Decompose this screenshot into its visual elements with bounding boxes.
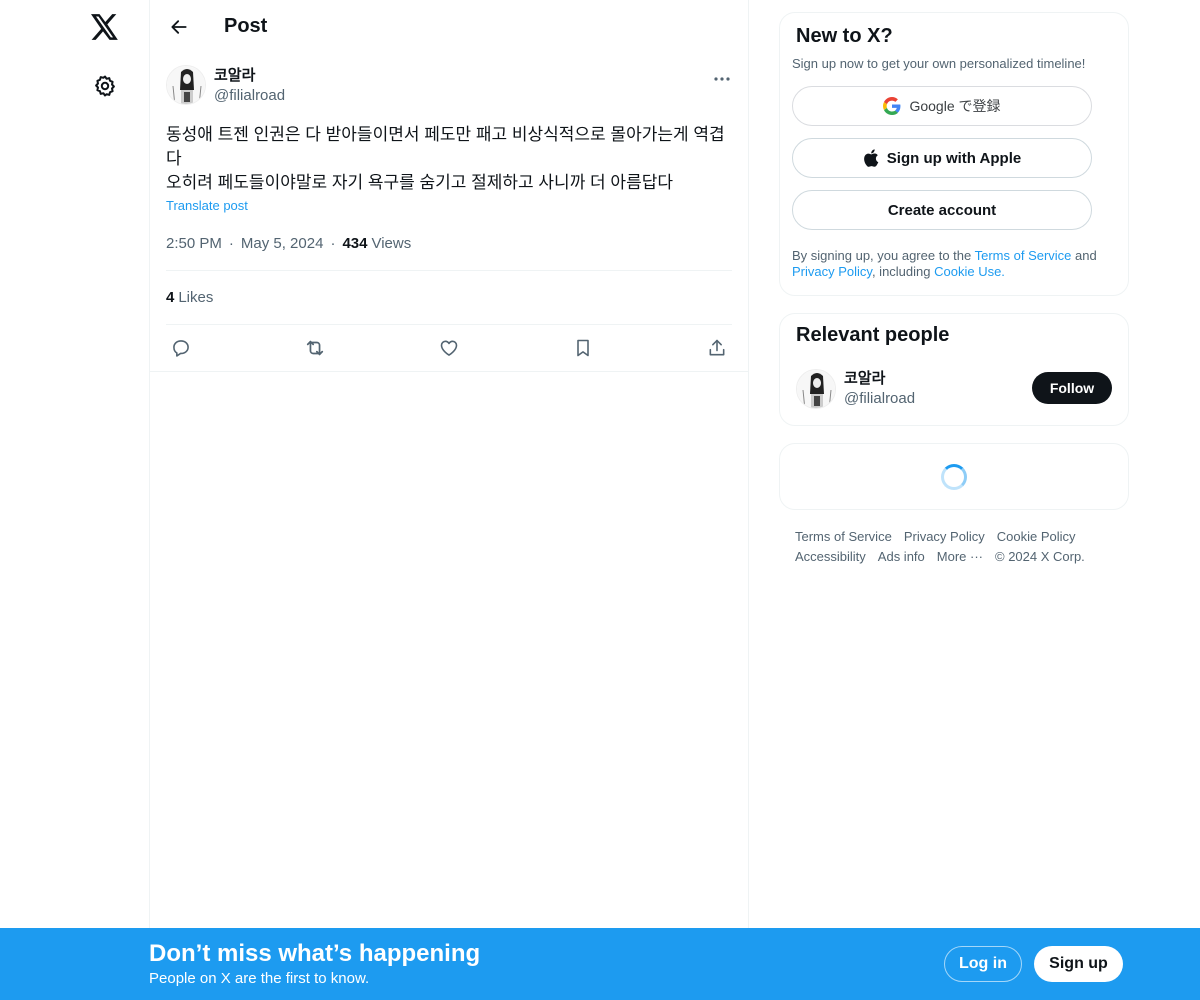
login-banner: Don’t miss what’s happening People on X … [0,928,1200,1000]
post-time[interactable]: 2:50 PM [166,235,222,252]
post: 코알라 @filialroad 동성애 트젠 인권은 다 받아들이면서 페도만 … [150,53,748,372]
share-icon[interactable] [706,337,728,359]
arrow-left-icon[interactable] [168,16,190,38]
post-text: 동성애 트젠 인권은 다 받아들이면서 페도만 패고 비상식적으로 몰아가는게 … [166,123,736,195]
person-row[interactable]: 코알라 @filialroad Follow [796,367,1112,411]
post-date[interactable]: May 5, 2024 [241,235,324,252]
signup-legal-text: By signing up, you agree to the Terms of… [792,248,1112,280]
page-title: Post [224,15,268,37]
footer-links: Terms of Service Privacy Policy Cookie Pol… [779,527,1099,567]
main-column: Post 코알라 @filialroad 동성애 트젠 인권은 다 받아들이면서… [149,0,749,1000]
create-account-button[interactable]: Create account [792,190,1092,230]
divider [150,371,748,372]
banner-subtitle: People on X are the first to know. [149,970,370,987]
views-label: Views [371,234,412,252]
post-meta: 2:50 PM · May 5, 2024 · 434 Views [166,233,732,253]
signup-card: New to X? Sign up now to get your own pe… [779,12,1129,296]
relevant-people-card: Relevant people 코알라 @filialroad Follow [779,313,1129,426]
likes-label: Likes [178,289,214,306]
footer-link[interactable]: Cookie Policy [997,527,1076,547]
privacy-link[interactable]: Privacy Policy [792,264,872,279]
reply-icon[interactable] [170,337,192,359]
post-text-line: 오히려 페도들이야말로 자기 욕구를 숨기고 절제하고 사니까 더 아름답다 [166,173,673,192]
avatar[interactable] [796,369,836,409]
signup-card-title: New to X? [796,25,893,47]
likes-row[interactable]: 4 Likes [166,271,732,324]
footer-link[interactable]: Privacy Policy [904,527,985,547]
footer-link[interactable]: Accessibility [795,547,866,567]
views-count: 434 [342,234,368,252]
retweet-icon[interactable] [304,337,326,359]
banner-title: Don’t miss what’s happening [149,940,481,967]
apple-signup-label: Sign up with Apple [886,149,1022,167]
google-signup-label: Google で登録 [909,98,1001,114]
loading-card [779,443,1129,510]
apple-icon [863,149,879,167]
bookmark-icon[interactable] [572,337,594,359]
legal-text: By signing up, you agree to the [792,248,975,263]
dot-separator: · [330,234,336,252]
post-header: Post [150,0,748,53]
copyright: © 2024 X Corp. [995,549,1085,564]
footer-link[interactable]: Terms of Service [795,527,892,547]
cookie-link[interactable]: Cookie Use. [934,264,1005,279]
apple-signup-button[interactable]: Sign up with Apple [792,138,1092,178]
signup-button[interactable]: Sign up [1034,946,1123,982]
gear-icon[interactable] [89,70,121,102]
x-logo-icon[interactable] [88,10,122,44]
like-icon[interactable] [438,337,460,359]
google-icon [883,97,901,115]
google-signup-button[interactable]: Google で登録 [792,86,1092,126]
signup-card-subtitle: Sign up now to get your own personalized… [792,56,1086,71]
avatar[interactable] [166,65,206,105]
person-handle[interactable]: @filialroad [844,389,915,409]
terms-link[interactable]: Terms of Service [975,248,1072,263]
person-display-name[interactable]: 코알라 [844,369,915,389]
author-handle[interactable]: @filialroad [214,86,285,106]
footer-link[interactable]: More ··· [937,547,983,567]
left-nav [0,0,149,1000]
right-sidebar: New to X? Sign up now to get your own pe… [779,12,1129,567]
post-text-line: 동성애 트젠 인권은 다 받아들이면서 페도만 패고 비상식적으로 몰아가는게 … [166,125,725,168]
translate-post-link[interactable]: Translate post [166,198,248,213]
login-button[interactable]: Log in [944,946,1022,982]
likes-count: 4 [166,289,175,306]
legal-text: and [1071,248,1097,263]
relevant-people-title: Relevant people [796,324,950,346]
more-options-icon[interactable] [712,69,732,89]
dot-separator: · [228,234,234,252]
loading-spinner-icon [941,463,967,490]
footer-link[interactable]: Ads info [878,547,925,567]
follow-button[interactable]: Follow [1032,372,1112,404]
post-author: 코알라 @filialroad [166,65,732,109]
author-display-name[interactable]: 코알라 [214,66,285,86]
legal-text: , including [871,264,935,279]
post-actions [166,324,732,371]
